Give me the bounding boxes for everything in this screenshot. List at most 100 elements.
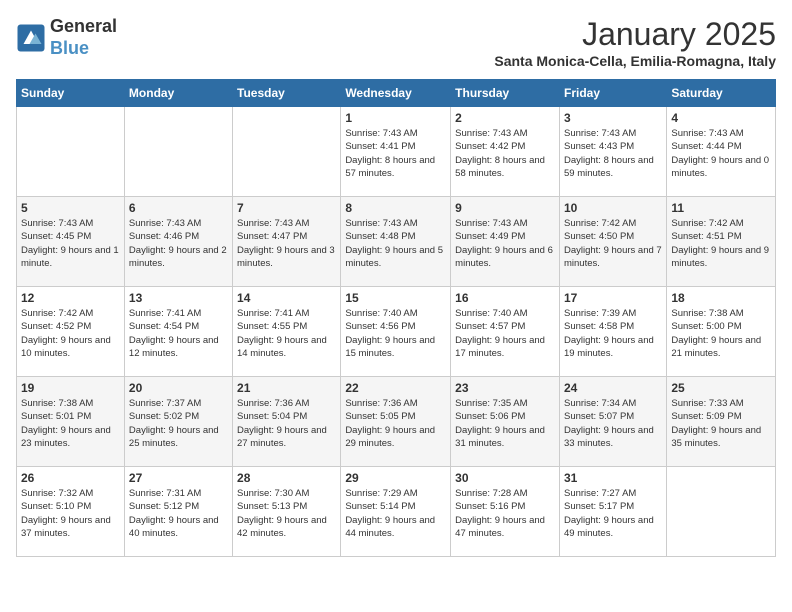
day-number: 13 [129, 291, 228, 305]
day-number: 6 [129, 201, 228, 215]
day-info: Sunrise: 7:42 AMSunset: 4:51 PMDaylight:… [671, 217, 771, 270]
table-row [124, 107, 232, 197]
day-number: 29 [345, 471, 446, 485]
col-tuesday: Tuesday [233, 80, 341, 107]
table-row: 18 Sunrise: 7:38 AMSunset: 5:00 PMDaylig… [667, 287, 776, 377]
logo: General Blue [16, 16, 117, 59]
logo-line1: General [50, 16, 117, 38]
col-saturday: Saturday [667, 80, 776, 107]
day-info: Sunrise: 7:43 AMSunset: 4:41 PMDaylight:… [345, 127, 446, 180]
table-row: 6 Sunrise: 7:43 AMSunset: 4:46 PMDayligh… [124, 197, 232, 287]
table-row [667, 467, 776, 557]
day-info: Sunrise: 7:32 AMSunset: 5:10 PMDaylight:… [21, 487, 120, 540]
day-number: 9 [455, 201, 555, 215]
calendar-header-row: Sunday Monday Tuesday Wednesday Thursday… [17, 80, 776, 107]
col-thursday: Thursday [451, 80, 560, 107]
day-info: Sunrise: 7:43 AMSunset: 4:43 PMDaylight:… [564, 127, 662, 180]
day-number: 3 [564, 111, 662, 125]
calendar-table: Sunday Monday Tuesday Wednesday Thursday… [16, 79, 776, 557]
day-number: 25 [671, 381, 771, 395]
day-info: Sunrise: 7:41 AMSunset: 4:55 PMDaylight:… [237, 307, 336, 360]
calendar-week-5: 26 Sunrise: 7:32 AMSunset: 5:10 PMDaylig… [17, 467, 776, 557]
day-number: 19 [21, 381, 120, 395]
day-info: Sunrise: 7:38 AMSunset: 5:00 PMDaylight:… [671, 307, 771, 360]
table-row: 28 Sunrise: 7:30 AMSunset: 5:13 PMDaylig… [233, 467, 341, 557]
table-row: 5 Sunrise: 7:43 AMSunset: 4:45 PMDayligh… [17, 197, 125, 287]
table-row: 13 Sunrise: 7:41 AMSunset: 4:54 PMDaylig… [124, 287, 232, 377]
day-info: Sunrise: 7:43 AMSunset: 4:49 PMDaylight:… [455, 217, 555, 270]
day-info: Sunrise: 7:34 AMSunset: 5:07 PMDaylight:… [564, 397, 662, 450]
day-number: 31 [564, 471, 662, 485]
day-info: Sunrise: 7:43 AMSunset: 4:44 PMDaylight:… [671, 127, 771, 180]
day-number: 20 [129, 381, 228, 395]
day-number: 10 [564, 201, 662, 215]
day-number: 16 [455, 291, 555, 305]
table-row: 8 Sunrise: 7:43 AMSunset: 4:48 PMDayligh… [341, 197, 451, 287]
table-row: 23 Sunrise: 7:35 AMSunset: 5:06 PMDaylig… [451, 377, 560, 467]
calendar-week-3: 12 Sunrise: 7:42 AMSunset: 4:52 PMDaylig… [17, 287, 776, 377]
day-number: 14 [237, 291, 336, 305]
table-row: 21 Sunrise: 7:36 AMSunset: 5:04 PMDaylig… [233, 377, 341, 467]
day-info: Sunrise: 7:36 AMSunset: 5:04 PMDaylight:… [237, 397, 336, 450]
table-row: 4 Sunrise: 7:43 AMSunset: 4:44 PMDayligh… [667, 107, 776, 197]
day-number: 11 [671, 201, 771, 215]
table-row: 14 Sunrise: 7:41 AMSunset: 4:55 PMDaylig… [233, 287, 341, 377]
day-info: Sunrise: 7:43 AMSunset: 4:48 PMDaylight:… [345, 217, 446, 270]
table-row: 9 Sunrise: 7:43 AMSunset: 4:49 PMDayligh… [451, 197, 560, 287]
table-row: 3 Sunrise: 7:43 AMSunset: 4:43 PMDayligh… [559, 107, 666, 197]
table-row: 29 Sunrise: 7:29 AMSunset: 5:14 PMDaylig… [341, 467, 451, 557]
table-row [233, 107, 341, 197]
logo-icon [16, 23, 46, 53]
day-info: Sunrise: 7:30 AMSunset: 5:13 PMDaylight:… [237, 487, 336, 540]
day-info: Sunrise: 7:29 AMSunset: 5:14 PMDaylight:… [345, 487, 446, 540]
table-row: 2 Sunrise: 7:43 AMSunset: 4:42 PMDayligh… [451, 107, 560, 197]
page-header: General Blue January 2025 Santa Monica-C… [16, 16, 776, 69]
calendar-week-4: 19 Sunrise: 7:38 AMSunset: 5:01 PMDaylig… [17, 377, 776, 467]
day-info: Sunrise: 7:39 AMSunset: 4:58 PMDaylight:… [564, 307, 662, 360]
day-number: 12 [21, 291, 120, 305]
table-row: 24 Sunrise: 7:34 AMSunset: 5:07 PMDaylig… [559, 377, 666, 467]
calendar-week-1: 1 Sunrise: 7:43 AMSunset: 4:41 PMDayligh… [17, 107, 776, 197]
day-info: Sunrise: 7:37 AMSunset: 5:02 PMDaylight:… [129, 397, 228, 450]
table-row: 27 Sunrise: 7:31 AMSunset: 5:12 PMDaylig… [124, 467, 232, 557]
day-info: Sunrise: 7:40 AMSunset: 4:57 PMDaylight:… [455, 307, 555, 360]
col-sunday: Sunday [17, 80, 125, 107]
day-info: Sunrise: 7:31 AMSunset: 5:12 PMDaylight:… [129, 487, 228, 540]
day-info: Sunrise: 7:41 AMSunset: 4:54 PMDaylight:… [129, 307, 228, 360]
calendar-week-2: 5 Sunrise: 7:43 AMSunset: 4:45 PMDayligh… [17, 197, 776, 287]
day-number: 17 [564, 291, 662, 305]
table-row: 7 Sunrise: 7:43 AMSunset: 4:47 PMDayligh… [233, 197, 341, 287]
day-number: 18 [671, 291, 771, 305]
table-row: 12 Sunrise: 7:42 AMSunset: 4:52 PMDaylig… [17, 287, 125, 377]
day-number: 30 [455, 471, 555, 485]
day-info: Sunrise: 7:43 AMSunset: 4:45 PMDaylight:… [21, 217, 120, 270]
logo-line2: Blue [50, 38, 117, 60]
day-info: Sunrise: 7:40 AMSunset: 4:56 PMDaylight:… [345, 307, 446, 360]
table-row: 20 Sunrise: 7:37 AMSunset: 5:02 PMDaylig… [124, 377, 232, 467]
day-info: Sunrise: 7:28 AMSunset: 5:16 PMDaylight:… [455, 487, 555, 540]
table-row: 10 Sunrise: 7:42 AMSunset: 4:50 PMDaylig… [559, 197, 666, 287]
table-row: 25 Sunrise: 7:33 AMSunset: 5:09 PMDaylig… [667, 377, 776, 467]
col-monday: Monday [124, 80, 232, 107]
location-subtitle: Santa Monica-Cella, Emilia-Romagna, Ital… [494, 53, 776, 69]
day-number: 28 [237, 471, 336, 485]
table-row: 17 Sunrise: 7:39 AMSunset: 4:58 PMDaylig… [559, 287, 666, 377]
table-row: 15 Sunrise: 7:40 AMSunset: 4:56 PMDaylig… [341, 287, 451, 377]
table-row: 19 Sunrise: 7:38 AMSunset: 5:01 PMDaylig… [17, 377, 125, 467]
table-row: 31 Sunrise: 7:27 AMSunset: 5:17 PMDaylig… [559, 467, 666, 557]
day-number: 8 [345, 201, 446, 215]
day-info: Sunrise: 7:38 AMSunset: 5:01 PMDaylight:… [21, 397, 120, 450]
day-number: 1 [345, 111, 446, 125]
day-number: 4 [671, 111, 771, 125]
logo-text: General Blue [50, 16, 117, 59]
day-number: 26 [21, 471, 120, 485]
day-number: 21 [237, 381, 336, 395]
table-row: 1 Sunrise: 7:43 AMSunset: 4:41 PMDayligh… [341, 107, 451, 197]
day-number: 15 [345, 291, 446, 305]
table-row: 11 Sunrise: 7:42 AMSunset: 4:51 PMDaylig… [667, 197, 776, 287]
table-row: 16 Sunrise: 7:40 AMSunset: 4:57 PMDaylig… [451, 287, 560, 377]
table-row: 26 Sunrise: 7:32 AMSunset: 5:10 PMDaylig… [17, 467, 125, 557]
table-row: 22 Sunrise: 7:36 AMSunset: 5:05 PMDaylig… [341, 377, 451, 467]
day-number: 27 [129, 471, 228, 485]
col-friday: Friday [559, 80, 666, 107]
